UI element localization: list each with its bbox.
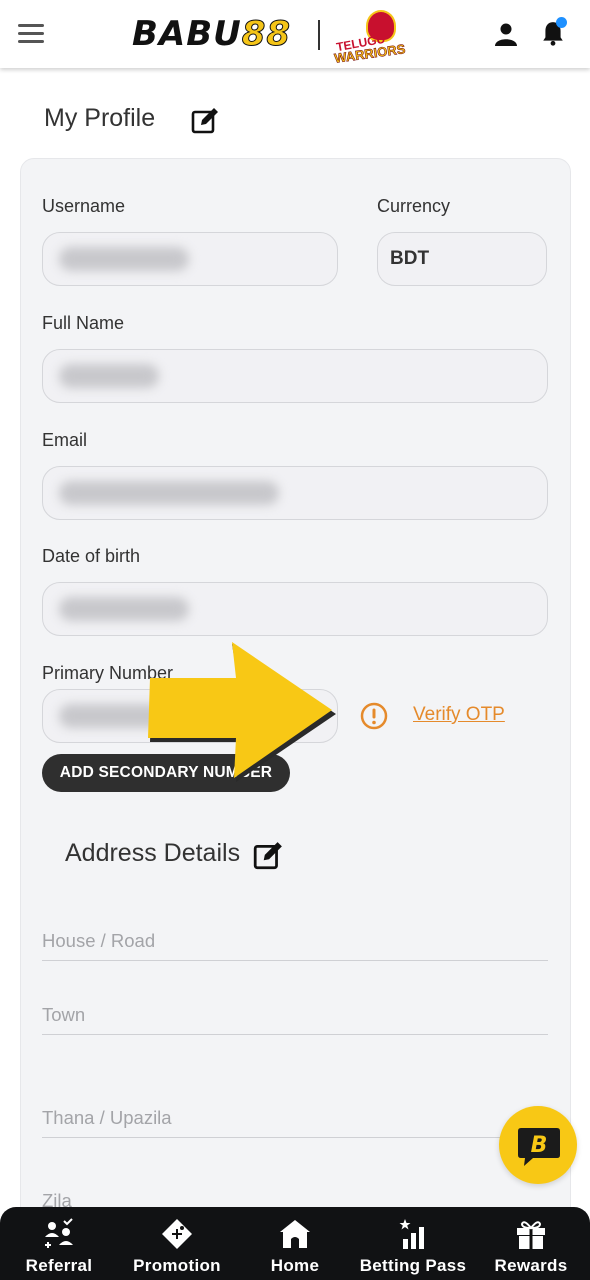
address-title: Address Details	[65, 839, 241, 867]
edit-address-icon[interactable]	[252, 840, 284, 872]
nav-rewards[interactable]: Rewards	[472, 1207, 590, 1280]
currency-field[interactable]: BDT	[377, 232, 547, 286]
notification-dot	[556, 17, 567, 28]
edit-profile-icon[interactable]	[190, 106, 220, 136]
username-label: Username	[42, 196, 126, 216]
dob-field[interactable]	[42, 582, 548, 636]
fullname-field[interactable]	[42, 349, 548, 403]
email-label: Email	[42, 430, 88, 450]
nav-promotion[interactable]: Promotion	[118, 1207, 236, 1280]
thana-upazila-field[interactable]: Thana / Upazila	[42, 1094, 548, 1138]
home-icon	[280, 1220, 310, 1248]
nav-home[interactable]: Home	[236, 1207, 354, 1280]
logo-divider	[318, 20, 320, 50]
app-header: BABU88 TELUGU WARRIORS	[0, 0, 590, 68]
dob-label: Date of birth	[42, 546, 141, 566]
nav-betting-pass[interactable]: Betting Pass	[354, 1207, 472, 1280]
rewards-icon	[517, 1221, 545, 1249]
user-icon[interactable]	[494, 22, 518, 46]
chat-support-button[interactable]: B	[499, 1106, 577, 1184]
brand-logo[interactable]: BABU88	[132, 14, 291, 55]
email-field[interactable]	[42, 466, 548, 520]
house-road-field[interactable]: House / Road	[42, 917, 548, 961]
referral-icon	[45, 1218, 73, 1248]
promotion-icon	[162, 1219, 192, 1249]
town-field[interactable]: Town	[42, 991, 548, 1035]
telugu-warriors-logo: TELUGU WARRIORS	[332, 10, 408, 66]
username-field[interactable]	[42, 232, 338, 286]
nav-referral[interactable]: Referral	[0, 1207, 118, 1280]
svg-text:B: B	[531, 1133, 548, 1158]
currency-label: Currency	[377, 196, 451, 216]
menu-icon[interactable]	[18, 24, 44, 44]
fullname-label: Full Name	[42, 313, 125, 333]
betting-pass-icon	[399, 1219, 424, 1249]
pointer-arrow-icon	[148, 642, 336, 782]
warning-icon	[360, 702, 388, 730]
bottom-nav: Referral Promotion Home Betting Pass Rew…	[0, 1207, 590, 1280]
chat-icon: B	[518, 1128, 560, 1166]
verify-otp-link[interactable]: Verify OTP	[413, 704, 505, 726]
page-title-row: My Profile	[44, 104, 155, 133]
currency-value: BDT	[390, 248, 430, 269]
page-title: My Profile	[44, 104, 156, 132]
